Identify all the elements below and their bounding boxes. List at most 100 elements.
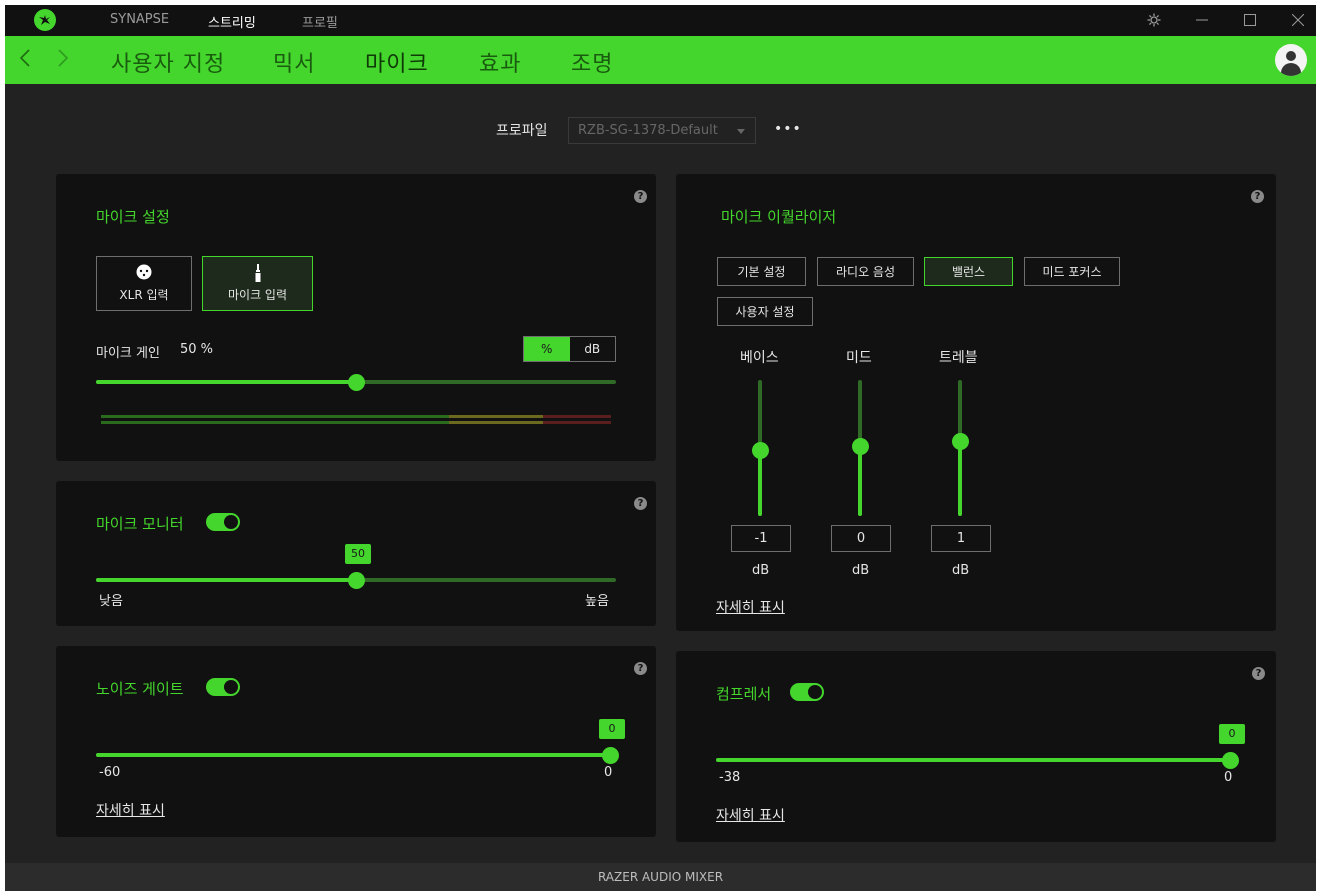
mic-monitor-value-tag: 50 bbox=[345, 544, 371, 564]
profile-label: 프로파일 bbox=[496, 123, 548, 139]
eq-bass-value[interactable]: -1 bbox=[731, 525, 791, 552]
close-icon[interactable] bbox=[1288, 10, 1308, 30]
unit-db-button[interactable]: dB bbox=[570, 337, 616, 361]
compressor-min-label: -38 bbox=[719, 770, 741, 785]
compressor-toggle[interactable] bbox=[790, 683, 824, 701]
help-icon[interactable]: ? bbox=[634, 662, 647, 675]
help-icon[interactable]: ? bbox=[634, 497, 647, 510]
eq-bass-unit: dB bbox=[752, 563, 770, 578]
noise-gate-max-label: 0 bbox=[604, 765, 613, 780]
preset-custom-button[interactable]: 사용자 설정 bbox=[717, 297, 813, 326]
eq-mid-label: 미드 bbox=[846, 350, 872, 366]
xlr-input-button[interactable]: XLR 입력 bbox=[96, 256, 192, 311]
xlr-connector-icon bbox=[136, 264, 152, 280]
nav-profile[interactable]: 프로필 bbox=[302, 12, 338, 31]
help-icon[interactable]: ? bbox=[634, 190, 647, 203]
mic-gain-label: 마이크 게인 bbox=[96, 346, 160, 361]
eq-mid-slider[interactable] bbox=[851, 380, 869, 516]
user-avatar-icon[interactable] bbox=[1275, 44, 1307, 76]
noise-gate-min-label: -60 bbox=[99, 765, 121, 780]
help-icon[interactable]: ? bbox=[1251, 190, 1264, 203]
unit-percent-button[interactable]: % bbox=[524, 337, 570, 361]
eq-treble-slider[interactable] bbox=[951, 380, 969, 516]
tab-lighting[interactable]: 조명 bbox=[571, 46, 613, 78]
title-bar: SYNAPSE 스트리밍 프로필 bbox=[5, 5, 1316, 36]
xlr-input-label: XLR 입력 bbox=[119, 288, 169, 302]
preset-mid-focus-button[interactable]: 미드 포커스 bbox=[1024, 257, 1120, 286]
mic-gain-slider-fill bbox=[96, 380, 356, 384]
compressor-slider-thumb[interactable] bbox=[1221, 751, 1239, 769]
eq-mid-unit: dB bbox=[852, 563, 870, 578]
eq-treble-slider-thumb[interactable] bbox=[951, 432, 969, 450]
mic-input-button[interactable]: 마이크 입력 bbox=[202, 256, 313, 311]
eq-mid-value[interactable]: 0 bbox=[831, 525, 891, 552]
noise-gate-value-tag: 0 bbox=[599, 719, 625, 739]
tab-mic[interactable]: 마이크 bbox=[365, 46, 429, 78]
noise-gate-card: ? 노이즈 게이트 0 -60 0 자세히 표시 bbox=[56, 646, 656, 837]
eq-treble-slider-fill bbox=[958, 441, 962, 516]
jack-connector-icon bbox=[255, 264, 260, 282]
app-window: SYNAPSE 스트리밍 프로필 사용자 지정 믹서 마이크 효과 조명 프로파… bbox=[5, 5, 1316, 891]
nav-synapse[interactable]: SYNAPSE bbox=[110, 12, 169, 27]
noise-gate-slider-thumb[interactable] bbox=[601, 746, 619, 764]
profile-dropdown[interactable]: RZB-SG-1378-Default bbox=[568, 117, 756, 144]
sub-navigation: 사용자 지정 믹서 마이크 효과 조명 bbox=[5, 36, 1316, 84]
forward-arrow-icon[interactable] bbox=[57, 47, 69, 75]
minimize-icon[interactable] bbox=[1192, 10, 1212, 30]
compressor-max-label: 0 bbox=[1224, 770, 1233, 785]
mic-gain-slider-thumb[interactable] bbox=[347, 373, 365, 391]
mic-monitor-toggle[interactable] bbox=[206, 513, 240, 531]
mic-monitor-max-label: 높음 bbox=[585, 594, 609, 609]
settings-gear-icon[interactable] bbox=[1144, 10, 1164, 30]
profile-selected-value: RZB-SG-1378-Default bbox=[578, 123, 718, 138]
mic-monitor-card: ? 마이크 모니터 50 낮음 높음 bbox=[56, 481, 656, 626]
mic-monitor-min-label: 낮음 bbox=[99, 594, 123, 609]
eq-mid-slider-fill bbox=[858, 446, 862, 516]
tab-mixer[interactable]: 믹서 bbox=[273, 46, 315, 78]
eq-treble-unit: dB bbox=[952, 563, 970, 578]
mic-monitor-title: 마이크 모니터 bbox=[96, 515, 184, 533]
unit-toggle: % dB bbox=[523, 336, 616, 362]
compressor-card: ? 컴프레서 0 -38 0 자세히 표시 bbox=[676, 651, 1276, 842]
eq-bass-slider-thumb[interactable] bbox=[751, 442, 769, 460]
compressor-value-tag: 0 bbox=[1219, 724, 1245, 744]
mic-gain-value: 50 % bbox=[180, 342, 214, 357]
tab-customize[interactable]: 사용자 지정 bbox=[111, 46, 225, 78]
eq-bass-slider-fill bbox=[758, 450, 762, 516]
noise-gate-title: 노이즈 게이트 bbox=[96, 680, 184, 698]
noise-gate-toggle[interactable] bbox=[206, 678, 240, 696]
noise-gate-details-link[interactable]: 자세히 표시 bbox=[96, 800, 165, 820]
preset-default-button[interactable]: 기본 설정 bbox=[717, 257, 806, 286]
noise-gate-slider[interactable] bbox=[96, 746, 619, 764]
help-icon[interactable]: ? bbox=[1252, 667, 1265, 680]
chevron-down-icon bbox=[737, 129, 745, 134]
mic-monitor-slider[interactable] bbox=[96, 571, 616, 589]
maximize-icon[interactable] bbox=[1240, 10, 1260, 30]
mic-settings-title: 마이크 설정 bbox=[96, 208, 170, 226]
equalizer-title: 마이크 이퀄라이저 bbox=[721, 208, 837, 226]
nav-streaming[interactable]: 스트리밍 bbox=[208, 12, 256, 31]
preset-radio-voice-button[interactable]: 라디오 음성 bbox=[817, 257, 914, 286]
noise-gate-slider-fill bbox=[96, 753, 610, 757]
equalizer-card: ? 마이크 이퀄라이저 기본 설정 라디오 음성 밸런스 미드 포커스 사용자 … bbox=[676, 174, 1276, 631]
preset-balance-button[interactable]: 밸런스 bbox=[924, 257, 1013, 286]
mic-monitor-slider-fill bbox=[96, 578, 356, 582]
back-arrow-icon[interactable] bbox=[19, 47, 31, 75]
compressor-slider[interactable] bbox=[716, 751, 1239, 769]
razer-logo-icon[interactable] bbox=[34, 9, 56, 31]
mic-input-label: 마이크 입력 bbox=[227, 288, 287, 302]
equalizer-details-link[interactable]: 자세히 표시 bbox=[716, 597, 785, 617]
eq-treble-value[interactable]: 1 bbox=[931, 525, 991, 552]
compressor-title: 컴프레서 bbox=[716, 685, 772, 703]
mic-monitor-slider-thumb[interactable] bbox=[347, 571, 365, 589]
tab-effects[interactable]: 효과 bbox=[479, 46, 521, 78]
eq-bass-label: 베이스 bbox=[740, 350, 779, 366]
footer-device-name: RAZER AUDIO MIXER bbox=[5, 863, 1316, 891]
mic-settings-card: ? 마이크 설정 XLR 입력 마이크 입력 마이크 게인 50 % % dB bbox=[56, 174, 656, 461]
compressor-slider-fill bbox=[716, 758, 1230, 762]
more-options-icon[interactable]: ••• bbox=[774, 121, 802, 137]
eq-bass-slider[interactable] bbox=[751, 380, 769, 516]
mic-gain-slider[interactable] bbox=[96, 373, 616, 391]
eq-mid-slider-thumb[interactable] bbox=[851, 438, 869, 456]
compressor-details-link[interactable]: 자세히 표시 bbox=[716, 805, 785, 825]
